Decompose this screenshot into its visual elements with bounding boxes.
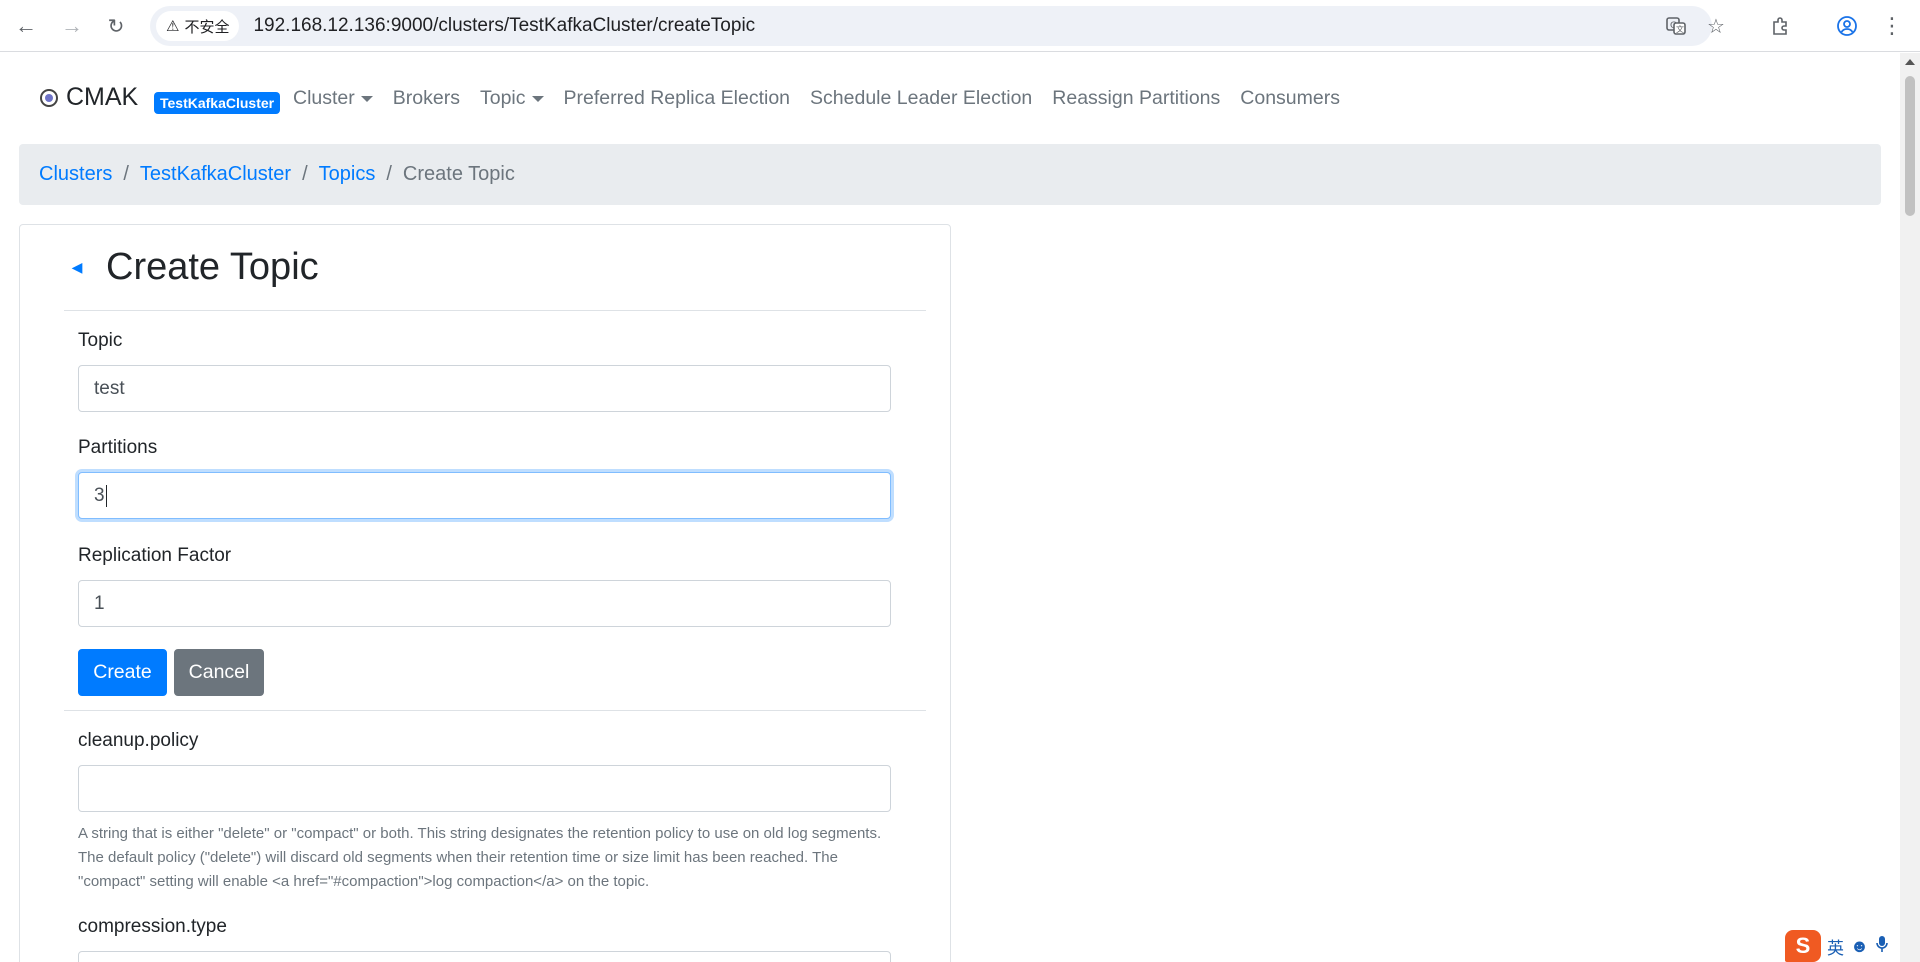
topic-input[interactable]: test: [78, 365, 891, 412]
cleanup-policy-input[interactable]: [78, 765, 891, 812]
nav-item-label: Topic: [479, 87, 526, 109]
partitions-form-group: Partitions 3: [78, 437, 891, 519]
create-button[interactable]: Create: [78, 649, 167, 696]
config-name-label: compression.type: [78, 916, 227, 937]
nav-item-reassign-partitions[interactable]: Reassign Partitions: [1052, 87, 1220, 110]
brand[interactable]: CMAK: [40, 83, 138, 112]
partitions-label: Partitions: [78, 437, 158, 458]
breadcrumb-current: Create Topic: [402, 163, 515, 185]
emoji-icon[interactable]: ☻: [1850, 936, 1869, 957]
breadcrumb-separator: /: [123, 163, 129, 185]
cancel-button[interactable]: Cancel: [174, 649, 264, 696]
cluster-badge[interactable]: TestKafkaCluster: [154, 92, 281, 114]
breadcrumb-cluster[interactable]: TestKafkaCluster: [140, 163, 291, 186]
profile-icon[interactable]: [1829, 10, 1865, 42]
back-arrow-icon[interactable]: ◀: [64, 255, 90, 281]
ime-toolbar: S 英 ☻: [1785, 930, 1889, 962]
config-compression-type: compression.type: [78, 916, 891, 962]
forward-arrow-icon[interactable]: →: [54, 10, 90, 42]
nav-item-label: Schedule Leader Election: [810, 87, 1033, 109]
bookmark-star-icon[interactable]: ☆: [1700, 10, 1732, 42]
menu-kebab-icon[interactable]: ⋮: [1874, 10, 1910, 42]
reload-icon[interactable]: ↻: [98, 10, 134, 42]
sogou-ime-logo-icon[interactable]: S: [1785, 930, 1821, 962]
config-name-label: cleanup.policy: [78, 730, 199, 751]
topic-label: Topic: [78, 330, 123, 351]
top-navbar: CMAK TestKafkaCluster Cluster Brokers To…: [0, 53, 1900, 143]
svg-text:文: 文: [1676, 24, 1684, 34]
page-title: Create Topic: [106, 246, 319, 288]
nav-item-label: Preferred Replica Election: [563, 87, 791, 109]
breadcrumb-clusters[interactable]: Clusters: [39, 163, 112, 186]
nav-menu: Cluster Brokers Topic Preferred Replica …: [293, 87, 1340, 110]
url-text[interactable]: 192.168.12.136:9000/clusters/TestKafkaCl…: [253, 15, 755, 37]
ime-mode-indicator[interactable]: 英: [1827, 934, 1844, 959]
brand-name: CMAK: [66, 83, 139, 111]
browser-toolbar: ← → ↻ ⚠ 不安全 192.168.12.136:9000/clusters…: [0, 0, 1920, 52]
partitions-input[interactable]: 3: [78, 472, 891, 519]
page-scrollbar[interactable]: [1900, 53, 1920, 962]
nav-item-schedule-leader-election[interactable]: Schedule Leader Election: [810, 87, 1032, 110]
translate-icon[interactable]: G文: [1660, 10, 1692, 42]
nav-item-preferred-replica-election[interactable]: Preferred Replica Election: [564, 87, 791, 110]
scroll-up-arrow-icon[interactable]: [1905, 59, 1915, 65]
page-content: CMAK TestKafkaCluster Cluster Brokers To…: [0, 53, 1900, 962]
warning-icon: ⚠: [166, 18, 180, 35]
nav-item-topic[interactable]: Topic: [480, 87, 544, 110]
replication-input-value: 1: [94, 592, 105, 614]
chevron-down-icon: [360, 95, 373, 102]
create-topic-card: ◀ Create Topic Topic test Partitions 3 R…: [19, 224, 951, 962]
config-cleanup-policy: cleanup.policy A string that is either "…: [78, 730, 891, 894]
compression-type-input[interactable]: [78, 951, 891, 962]
nav-item-consumers[interactable]: Consumers: [1240, 87, 1340, 110]
security-chip[interactable]: ⚠ 不安全: [156, 11, 240, 41]
scroll-thumb[interactable]: [1905, 76, 1915, 216]
card-header: ◀ Create Topic: [64, 225, 926, 311]
security-label: 不安全: [184, 18, 230, 36]
breadcrumb: Clusters / TestKafkaCluster / Topics / C…: [19, 144, 1881, 205]
back-arrow-icon[interactable]: ←: [8, 10, 44, 42]
replication-form-group: Replication Factor 1: [78, 545, 891, 627]
divider: [64, 710, 926, 711]
extensions-icon[interactable]: [1762, 10, 1798, 42]
nav-item-label: Brokers: [392, 87, 460, 109]
config-help-text: A string that is either "delete" or "com…: [78, 825, 882, 890]
replication-factor-label: Replication Factor: [78, 545, 232, 566]
breadcrumb-separator: /: [302, 163, 308, 185]
nav-item-label: Consumers: [1240, 87, 1340, 109]
partitions-input-value: 3: [94, 484, 105, 506]
nav-item-label: Cluster: [293, 87, 355, 109]
chevron-down-icon: [531, 95, 544, 102]
breadcrumb-separator: /: [386, 163, 392, 185]
breadcrumb-topics[interactable]: Topics: [319, 163, 376, 186]
nav-item-label: Reassign Partitions: [1052, 87, 1221, 109]
nav-item-cluster[interactable]: Cluster: [293, 87, 373, 110]
nav-item-brokers[interactable]: Brokers: [393, 87, 460, 110]
text-cursor: [105, 484, 107, 507]
address-bar[interactable]: ⚠ 不安全 192.168.12.136:9000/clusters/TestK…: [150, 6, 1725, 46]
topic-input-value: test: [94, 377, 125, 399]
replication-factor-input[interactable]: 1: [78, 580, 891, 627]
cmak-logo-icon: [40, 88, 58, 107]
topic-form-group: Topic test: [78, 330, 891, 412]
microphone-icon[interactable]: [1875, 935, 1889, 958]
